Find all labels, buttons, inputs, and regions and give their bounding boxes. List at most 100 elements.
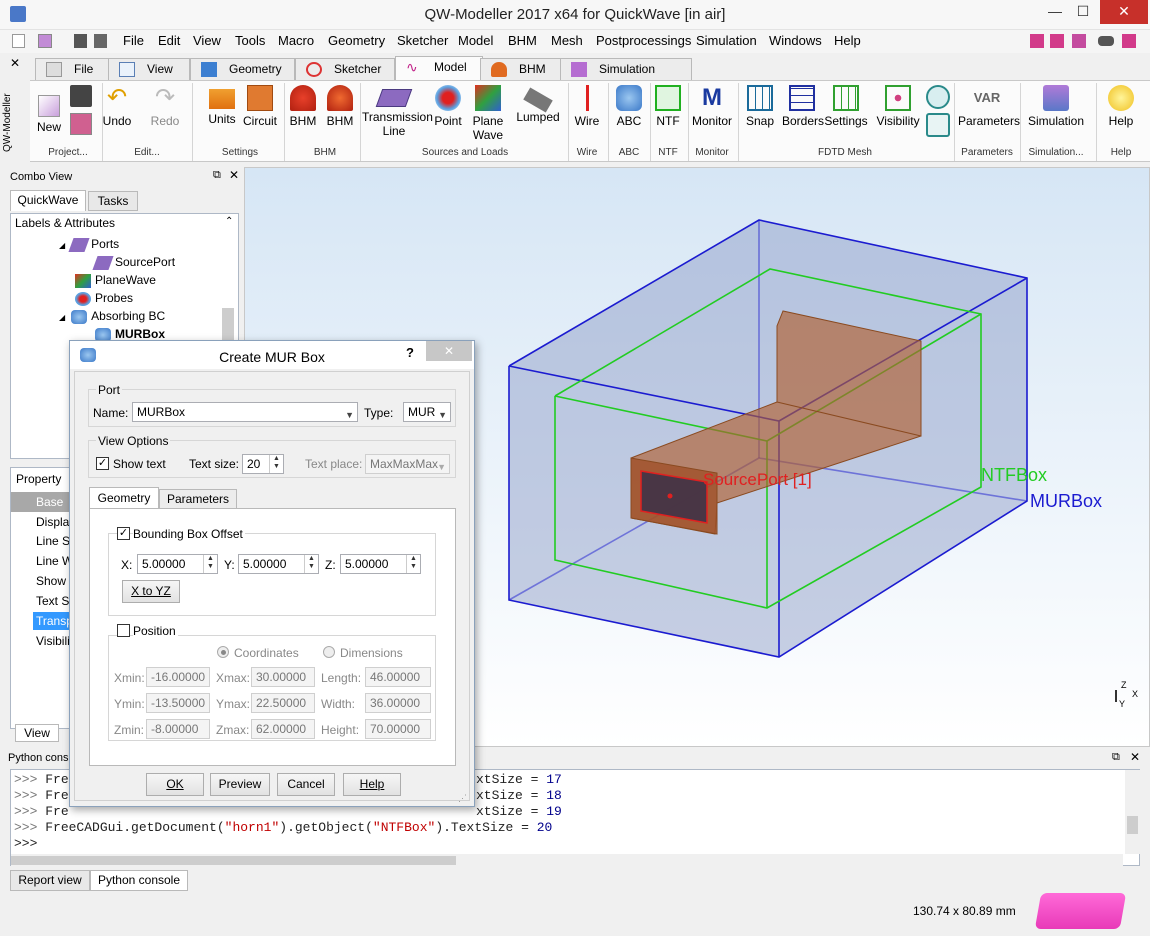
gamepad-icon[interactable] <box>1098 36 1114 46</box>
ymin-field[interactable]: -13.50000 <box>146 693 210 713</box>
property-row[interactable]: Visibili <box>36 634 70 648</box>
menu-edit[interactable]: Edit <box>158 33 180 48</box>
tree-item-probes[interactable]: Probes <box>75 289 133 307</box>
console-vscroll[interactable] <box>1125 770 1140 854</box>
property-row[interactable]: Line St <box>36 534 73 548</box>
qw-view-icon[interactable] <box>1072 34 1086 48</box>
spin-arrows-icon[interactable]: ▲ ▼ <box>406 555 420 573</box>
length-field[interactable]: 46.00000 <box>365 667 431 687</box>
tree-item-ports[interactable]: ◢ Ports <box>59 235 119 253</box>
console-hscroll[interactable] <box>11 854 1123 866</box>
ok-button[interactable]: OK <box>146 773 204 796</box>
mesh-settings-button[interactable]: Settings <box>824 85 868 128</box>
ymax-field[interactable]: 22.50000 <box>251 693 315 713</box>
help-button[interactable]: Help <box>343 773 401 796</box>
units-button[interactable]: Units <box>204 85 240 126</box>
tab-bhm[interactable]: BHM <box>480 58 562 80</box>
z-offset-spinbox[interactable]: 5.00000 ▲ ▼ <box>340 554 421 574</box>
tab-simulation[interactable]: Simulation <box>560 58 692 80</box>
visibility-button[interactable]: Visibility <box>876 85 920 128</box>
tab-view-props[interactable]: View <box>15 724 59 742</box>
close-strip-icon[interactable]: ✕ <box>10 56 20 70</box>
save-as-project-icon[interactable] <box>70 113 92 135</box>
height-field[interactable]: 70.00000 <box>365 719 431 739</box>
show-text-checkbox[interactable]: ✓ <box>96 457 109 470</box>
tab-file[interactable]: File <box>35 58 117 80</box>
close-window-button[interactable]: ✕ <box>1100 0 1148 24</box>
xmax-field[interactable]: 30.00000 <box>251 667 315 687</box>
resize-grip-icon[interactable]: ⋰ <box>458 793 467 804</box>
menu-sketcher[interactable]: Sketcher <box>397 33 448 48</box>
lumped-button[interactable]: Lumped <box>514 85 562 124</box>
dimensions-radio[interactable] <box>323 646 335 658</box>
tab-sketcher[interactable]: Sketcher <box>295 58 395 80</box>
menu-macro[interactable]: Macro <box>278 33 314 48</box>
tab-geometry[interactable]: Geometry <box>190 58 295 80</box>
preview-button[interactable]: Preview <box>210 773 270 796</box>
menu-geometry[interactable]: Geometry <box>328 33 385 48</box>
plane-wave-button[interactable]: Plane Wave <box>470 85 506 142</box>
maximize-button[interactable]: ☐ <box>1070 0 1096 24</box>
qw-editor-icon[interactable] <box>1030 34 1044 48</box>
save-as-icon[interactable] <box>94 34 107 48</box>
save-project-icon[interactable] <box>70 85 92 107</box>
project-group-label[interactable]: Project... <box>38 147 98 158</box>
help-ribbon-button[interactable]: Help <box>1104 85 1138 128</box>
wire-button[interactable]: Wire <box>570 85 604 128</box>
tab-model[interactable]: ∿ Model <box>395 56 483 80</box>
new-doc-icon[interactable] <box>12 34 25 48</box>
menu-mesh[interactable]: Mesh <box>551 33 583 48</box>
menu-postprocessings[interactable]: Postprocessings <box>596 33 691 48</box>
simulation-button[interactable]: Simulation <box>1024 85 1088 128</box>
abc-button[interactable]: ABC <box>612 85 646 128</box>
tab-view[interactable]: View <box>108 58 190 80</box>
tab-parameters-dialog[interactable]: Parameters <box>159 489 237 509</box>
x-offset-spinbox[interactable]: 5.00000 ▲ ▼ <box>137 554 218 574</box>
bbox-offset-checkbox[interactable]: ✓ <box>117 527 130 540</box>
redo-button[interactable]: ↷ Redo <box>149 85 181 129</box>
property-row-base[interactable]: Base <box>11 492 71 512</box>
zmax-field[interactable]: 62.00000 <box>251 719 315 739</box>
edit-group-label[interactable]: Edit... <box>122 147 172 158</box>
name-combobox[interactable]: MURBox ▼ <box>132 402 358 422</box>
undo-button[interactable]: ↶ Undo <box>102 85 132 129</box>
float-console-icon[interactable]: ⧉ <box>1112 751 1120 764</box>
monitor-button[interactable]: M Monitor <box>690 85 734 129</box>
float-panel-icon[interactable]: ⧉ <box>213 169 221 182</box>
xmin-field[interactable]: -16.00000 <box>146 667 210 687</box>
parameters-button[interactable]: VAR Parameters <box>958 85 1020 128</box>
tree-item-absorbing-bc[interactable]: ◢ Absorbing BC <box>59 307 165 325</box>
cancel-button[interactable]: Cancel <box>277 773 335 796</box>
simulation-group-label[interactable]: Simulation... <box>1024 147 1088 158</box>
save-icon[interactable] <box>74 34 87 48</box>
mesh-refresh-icon[interactable] <box>926 113 950 137</box>
property-row[interactable]: Line W <box>36 554 73 568</box>
spin-arrows-icon[interactable]: ▲ ▼ <box>269 455 283 473</box>
console-prompt[interactable]: >>> <box>14 836 37 852</box>
menu-file[interactable]: File <box>123 33 144 48</box>
tab-geometry-dialog[interactable]: Geometry <box>89 487 159 509</box>
menu-windows[interactable]: Windows <box>769 33 822 48</box>
menu-model[interactable]: Model <box>458 33 493 48</box>
ntf-button[interactable]: NTF <box>652 85 684 128</box>
bhm-button[interactable]: BHM <box>323 85 357 128</box>
property-row-selected[interactable]: Transp <box>33 612 73 630</box>
tree-item-sourceport[interactable]: SourcePort <box>92 253 175 271</box>
menu-tools[interactable]: Tools <box>235 33 265 48</box>
qw-optimizer-icon[interactable] <box>1122 34 1136 48</box>
qw-simulator-icon[interactable] <box>1050 34 1064 48</box>
minimize-button[interactable]: — <box>1042 0 1068 24</box>
type-select[interactable]: MUR ▼ <box>403 402 451 422</box>
bhm-dropdown-button[interactable]: BHM <box>286 85 320 128</box>
close-console-icon[interactable]: ✕ <box>1130 750 1140 764</box>
close-panel-icon[interactable]: ✕ <box>229 168 239 182</box>
snap-button[interactable]: Snap <box>744 85 776 128</box>
position-checkbox[interactable] <box>117 624 130 637</box>
transmission-line-button[interactable]: Transmission Line <box>362 85 433 138</box>
tab-python-console[interactable]: Python console <box>90 870 188 891</box>
text-place-select[interactable]: MaxMaxMax ▼ <box>365 454 450 474</box>
tab-quickwave[interactable]: QuickWave <box>10 190 86 211</box>
tree-item-planewave[interactable]: PlaneWave <box>75 271 156 289</box>
menu-bhm[interactable]: BHM <box>508 33 537 48</box>
x-to-yz-button[interactable]: X to YZ <box>122 580 180 603</box>
